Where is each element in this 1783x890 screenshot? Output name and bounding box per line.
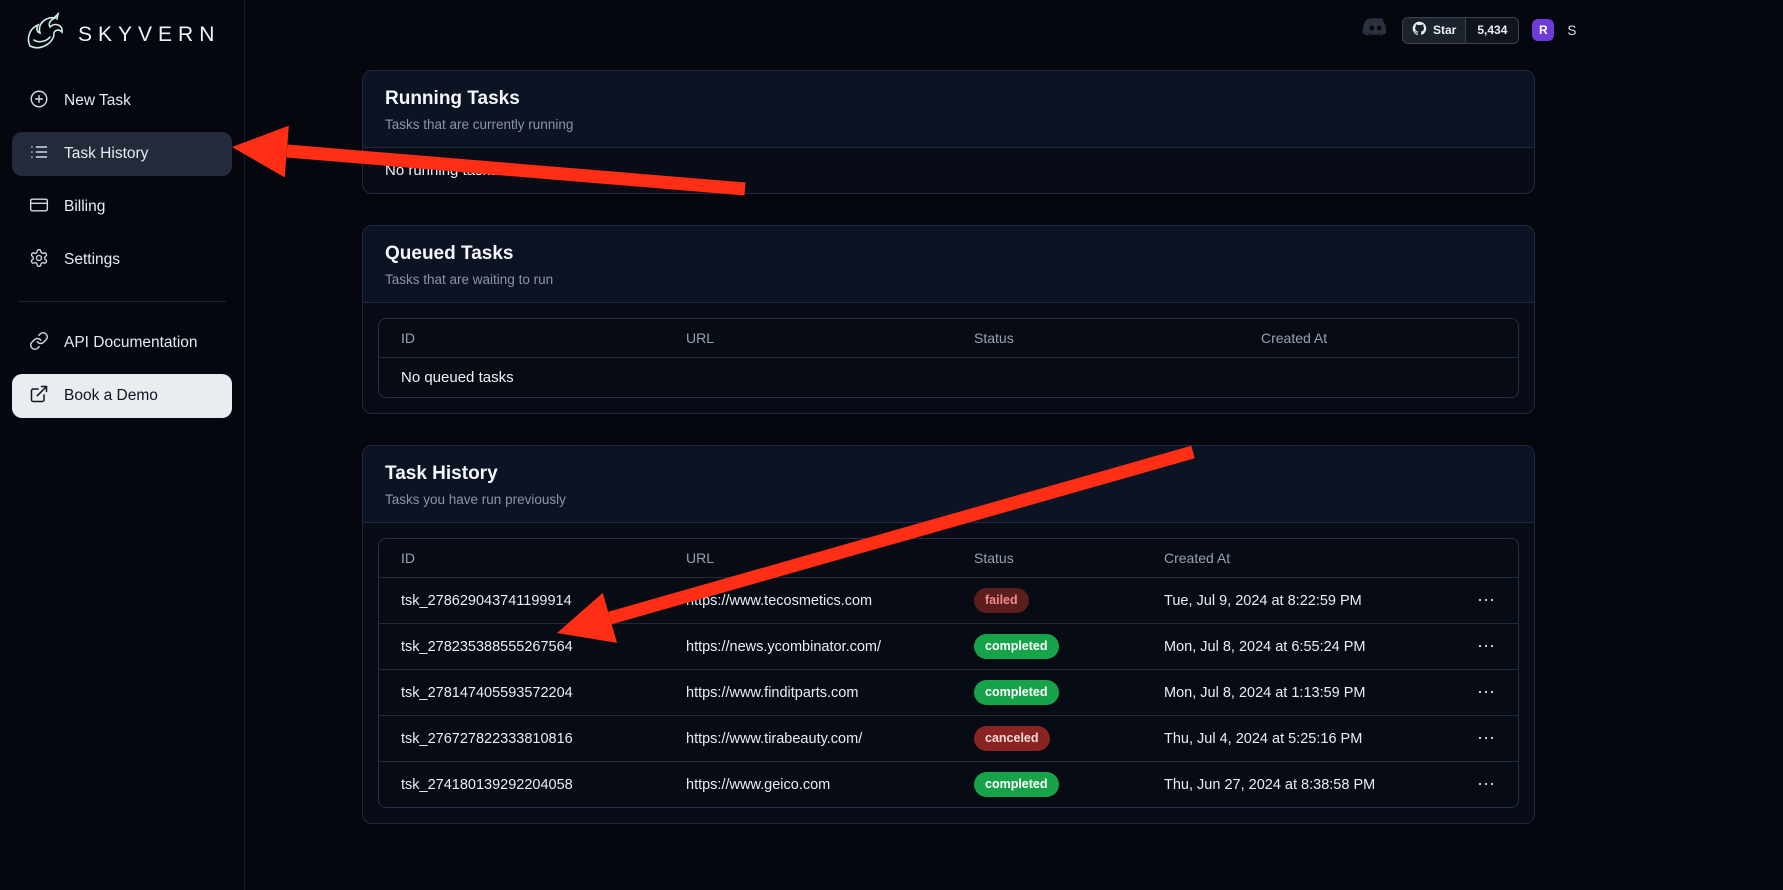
- task-created-at: Mon, Jul 8, 2024 at 6:55:24 PM: [1164, 639, 1456, 655]
- table-row[interactable]: tsk_278629043741199914 https://www.tecos…: [379, 577, 1518, 623]
- task-created-at: Thu, Jul 4, 2024 at 5:25:16 PM: [1164, 731, 1456, 747]
- task-created-at: Thu, Jun 27, 2024 at 8:38:58 PM: [1164, 777, 1456, 793]
- task-history-header: Task History Tasks you have run previous…: [363, 446, 1534, 523]
- task-history-table: ID URL Status Created At tsk_27862904374…: [378, 538, 1519, 808]
- row-actions-button[interactable]: ⋯: [1456, 590, 1496, 611]
- skyvern-dashboard: { "sidebar": { "logo_text": "SKYVERN", "…: [0, 0, 1783, 890]
- sidebar-item-label: Book a Demo: [64, 387, 158, 405]
- column-header-id: ID: [401, 550, 686, 566]
- avatar[interactable]: R: [1532, 19, 1554, 41]
- main-content: Running Tasks Tasks that are currently r…: [362, 70, 1535, 855]
- sidebar-item-label: Settings: [64, 251, 120, 269]
- gear-icon: [29, 248, 49, 273]
- task-url: https://www.finditparts.com: [686, 685, 974, 701]
- sidebar-item-api-documentation[interactable]: API Documentation: [12, 321, 232, 365]
- task-url: https://news.ycombinator.com/: [686, 639, 974, 655]
- queued-tasks-header: Queued Tasks Tasks that are waiting to r…: [363, 226, 1534, 303]
- sidebar-item-label: Task History: [64, 145, 148, 163]
- task-history-title: Task History: [385, 463, 1512, 485]
- logo-text: SKYVERN: [78, 23, 220, 47]
- skyvern-logo[interactable]: SKYVERN: [0, 0, 244, 57]
- task-id: tsk_278235388555267564: [401, 639, 686, 655]
- history-table-header: ID URL Status Created At: [379, 539, 1518, 577]
- running-tasks-title: Running Tasks: [385, 88, 1512, 110]
- column-header-status: Status: [974, 330, 1261, 346]
- task-id: tsk_274180139292204058: [401, 777, 686, 793]
- task-url: https://www.tecosmetics.com: [686, 593, 974, 609]
- queued-tasks-card: Queued Tasks Tasks that are waiting to r…: [362, 225, 1535, 414]
- column-header-url: URL: [686, 330, 974, 346]
- running-tasks-subtitle: Tasks that are currently running: [385, 117, 1512, 132]
- queued-tasks-empty: No queued tasks: [379, 357, 1518, 397]
- running-tasks-header: Running Tasks Tasks that are currently r…: [363, 71, 1534, 148]
- skyvern-dragon-icon: [24, 12, 68, 57]
- task-id: tsk_278629043741199914: [401, 593, 686, 609]
- external-link-icon: [29, 384, 49, 409]
- link-icon: [29, 331, 49, 356]
- sidebar-item-billing[interactable]: Billing: [12, 185, 232, 229]
- task-created-at: Mon, Jul 8, 2024 at 1:13:59 PM: [1164, 685, 1456, 701]
- list-icon: [29, 142, 49, 167]
- github-star-label: Star: [1433, 23, 1456, 37]
- task-url: https://www.geico.com: [686, 777, 974, 793]
- sidebar-divider: [18, 301, 226, 302]
- sidebar-nav: New Task Task History Billing: [0, 79, 244, 418]
- username-label: S: [1567, 23, 1576, 38]
- table-row[interactable]: tsk_278147405593572204 https://www.findi…: [379, 669, 1518, 715]
- sidebar-item-label: Billing: [64, 198, 105, 216]
- row-actions-button[interactable]: ⋯: [1456, 774, 1496, 795]
- column-header-id: ID: [401, 330, 686, 346]
- column-header-url: URL: [686, 550, 974, 566]
- status-badge: completed: [974, 680, 1059, 704]
- sidebar-item-task-history[interactable]: Task History: [12, 132, 232, 176]
- running-tasks-empty: No running tasks: [363, 148, 1534, 193]
- status-badge: completed: [974, 634, 1059, 658]
- task-id: tsk_278147405593572204: [401, 685, 686, 701]
- sidebar: SKYVERN New Task Task History: [0, 0, 245, 890]
- discord-icon[interactable]: [1362, 18, 1389, 43]
- task-history-subtitle: Tasks you have run previously: [385, 492, 1512, 507]
- topbar: Star 5,434 R S: [1362, 16, 1576, 44]
- queued-table-header: ID URL Status Created At: [379, 319, 1518, 357]
- queued-tasks-table: ID URL Status Created At No queued tasks: [378, 318, 1519, 398]
- status-badge: completed: [974, 772, 1059, 796]
- task-url: https://www.tirabeauty.com/: [686, 731, 974, 747]
- sidebar-item-new-task[interactable]: New Task: [12, 79, 232, 123]
- column-header-status: Status: [974, 550, 1164, 566]
- sidebar-item-label: API Documentation: [64, 334, 198, 352]
- status-badge: canceled: [974, 726, 1050, 750]
- column-header-created-at: Created At: [1164, 550, 1456, 566]
- running-tasks-card: Running Tasks Tasks that are currently r…: [362, 70, 1535, 194]
- queued-tasks-subtitle: Tasks that are waiting to run: [385, 272, 1512, 287]
- sidebar-item-settings[interactable]: Settings: [12, 238, 232, 282]
- task-created-at: Tue, Jul 9, 2024 at 8:22:59 PM: [1164, 593, 1456, 609]
- plus-circle-icon: [29, 89, 49, 114]
- credit-card-icon: [29, 195, 49, 220]
- sidebar-item-label: New Task: [64, 92, 131, 110]
- table-row[interactable]: tsk_274180139292204058 https://www.geico…: [379, 761, 1518, 807]
- github-star-button[interactable]: Star 5,434: [1402, 17, 1519, 44]
- task-history-card: Task History Tasks you have run previous…: [362, 445, 1535, 824]
- github-star-count: 5,434: [1465, 18, 1518, 43]
- column-header-created-at: Created At: [1261, 330, 1496, 346]
- github-octocat-icon: [1412, 21, 1427, 39]
- sidebar-item-book-a-demo[interactable]: Book a Demo: [12, 374, 232, 418]
- task-id: tsk_276727822333810816: [401, 731, 686, 747]
- table-row[interactable]: tsk_276727822333810816 https://www.tirab…: [379, 715, 1518, 761]
- queued-tasks-title: Queued Tasks: [385, 243, 1512, 265]
- table-row[interactable]: tsk_278235388555267564 https://news.ycom…: [379, 623, 1518, 669]
- row-actions-button[interactable]: ⋯: [1456, 728, 1496, 749]
- status-badge: failed: [974, 588, 1029, 612]
- row-actions-button[interactable]: ⋯: [1456, 682, 1496, 703]
- row-actions-button[interactable]: ⋯: [1456, 636, 1496, 657]
